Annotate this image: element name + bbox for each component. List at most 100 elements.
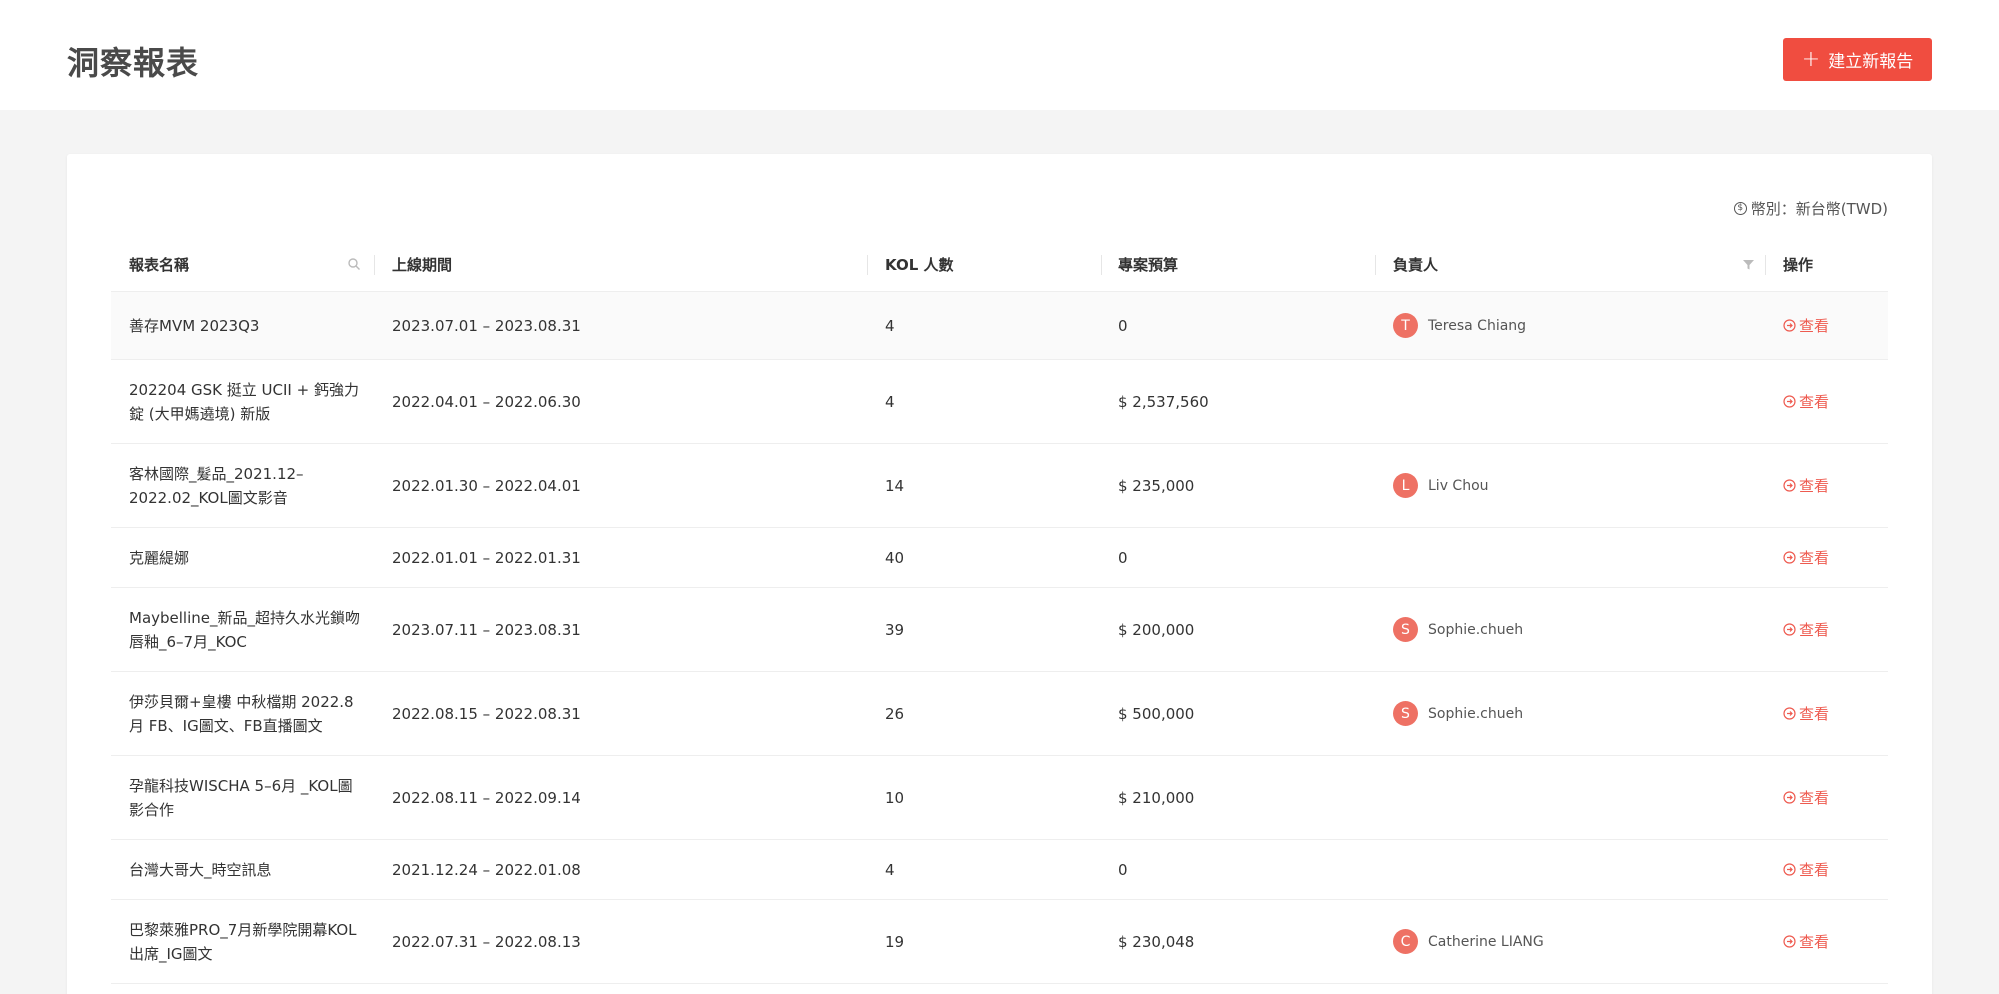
report-period: 2022.08.15 – 2022.08.31 [392, 704, 581, 723]
report-name[interactable]: 伊莎貝爾+皇樓 中秋檔期 2022.8月 FB、IG圖文、FB直播圖文 [129, 672, 364, 755]
column-divider [374, 255, 375, 275]
table-row[interactable]: 202204 GSK 挺立 UCII + 鈣強力錠 (大甲媽遶境) 新版 2022… [111, 360, 1888, 444]
create-report-label: 建立新報告 [1828, 52, 1914, 72]
view-report-link[interactable]: 查看 [1783, 474, 1829, 498]
report-name[interactable]: Maybelline_新品_超持久水光鎖吻唇釉_6–7月_KOC [129, 588, 364, 671]
view-label: 查看 [1799, 860, 1830, 879]
table-row[interactable]: 孕龍科技WISCHA 5–6月 _KOL圖影合作 2022.08.11 – 202… [111, 756, 1888, 840]
arrow-circle-right-icon [1783, 479, 1796, 492]
view-action: 查看 [1783, 756, 1829, 839]
report-name[interactable]: 客林國際_髮品_2021.12–2022.02_KOL圖文影音 [129, 444, 364, 527]
view-action: 查看 [1783, 900, 1829, 983]
report-name[interactable]: 202204 GSK 挺立 UCII + 鈣強力錠 (大甲媽遶境) 新版 [129, 360, 364, 443]
table-row[interactable]: Maybelline_新品_超持久水光鎖吻唇釉_6–7月_KOC 2023.07.… [111, 588, 1888, 672]
view-report-link[interactable]: 查看 [1783, 314, 1829, 338]
dollar-coin-icon: $ [1733, 202, 1747, 215]
reports-table: 報表名稱 上線期間 KOL 人數 專案預算 負責人 操作 善存MVM 2023Q… [111, 237, 1888, 984]
report-card: $ 幣別：新台幣(TWD) 報表名稱 上線期間 KOL 人數 專案預算 負責人 … [67, 154, 1932, 994]
arrow-circle-right-icon [1783, 863, 1796, 876]
kol-count: 4 [885, 860, 895, 879]
page-title: 洞察報表 [67, 44, 200, 82]
column-header-budget: 專案預算 [1118, 256, 1179, 274]
owner-name: Sophie.chueh [1428, 621, 1524, 638]
view-label: 查看 [1799, 316, 1830, 335]
view-action: 查看 [1783, 672, 1829, 755]
currency-indicator: $ 幣別：新台幣(TWD) [1733, 198, 1888, 219]
project-budget: $ 235,000 [1118, 476, 1195, 495]
view-report-link[interactable]: 查看 [1783, 930, 1829, 954]
kol-count: 14 [885, 476, 905, 495]
view-label: 查看 [1799, 476, 1830, 495]
view-report-link[interactable]: 查看 [1783, 786, 1829, 810]
report-period: 2022.04.01 – 2022.06.30 [392, 392, 581, 411]
kol-count: 40 [885, 548, 905, 567]
kol-count: 4 [885, 392, 895, 411]
avatar: S [1393, 701, 1418, 726]
column-divider [1375, 255, 1376, 275]
report-period: 2021.12.24 – 2022.01.08 [392, 860, 581, 879]
report-period: 2022.08.11 – 2022.09.14 [392, 788, 581, 807]
arrow-circle-right-icon [1783, 935, 1796, 948]
table-row[interactable]: 克麗緹娜 2022.01.01 – 2022.01.31 40 0 查看 [111, 528, 1888, 588]
view-label: 查看 [1799, 932, 1830, 951]
report-period: 2023.07.01 – 2023.08.31 [392, 316, 581, 335]
arrow-circle-right-icon [1783, 791, 1796, 804]
plus-icon: + [1801, 46, 1821, 72]
kol-count: 39 [885, 620, 905, 639]
report-name[interactable]: 克麗緹娜 [129, 528, 364, 587]
project-budget: $ 210,000 [1118, 788, 1195, 807]
arrow-circle-right-icon [1783, 551, 1796, 564]
owner-name: Teresa Chiang [1428, 317, 1527, 334]
report-name[interactable]: 台灣大哥大_時空訊息 [129, 840, 364, 899]
project-budget: $ 500,000 [1118, 704, 1195, 723]
column-header-name: 報表名稱 [129, 256, 190, 274]
search-icon[interactable] [347, 257, 361, 271]
create-report-button[interactable]: + 建立新報告 [1783, 38, 1932, 81]
column-header-action: 操作 [1783, 256, 1814, 274]
kol-count: 10 [885, 788, 905, 807]
view-label: 查看 [1799, 392, 1830, 411]
project-budget: $ 200,000 [1118, 620, 1195, 639]
column-divider [1765, 255, 1766, 275]
avatar: S [1393, 617, 1418, 642]
currency-label: 幣別：新台幣(TWD) [1750, 200, 1888, 218]
report-name[interactable]: 巴黎萊雅PRO_7月新學院開幕KOL出席_IG圖文 [129, 900, 364, 983]
column-divider [867, 255, 868, 275]
arrow-circle-right-icon [1783, 395, 1796, 408]
table-row[interactable]: 台灣大哥大_時空訊息 2021.12.24 – 2022.01.08 4 0 查看 [111, 840, 1888, 900]
view-report-link[interactable]: 查看 [1783, 702, 1829, 726]
project-budget: 0 [1118, 548, 1128, 567]
view-report-link[interactable]: 查看 [1783, 546, 1829, 570]
arrow-circle-right-icon [1783, 319, 1796, 332]
table-header: 報表名稱 上線期間 KOL 人數 專案預算 負責人 操作 [111, 237, 1888, 292]
owner: C Catherine LIANG [1393, 900, 1544, 983]
owner: L Liv Chou [1393, 444, 1489, 527]
report-name[interactable]: 善存MVM 2023Q3 [129, 292, 364, 359]
table-row[interactable]: 客林國際_髮品_2021.12–2022.02_KOL圖文影音 2022.01.3… [111, 444, 1888, 528]
table-row[interactable]: 伊莎貝爾+皇樓 中秋檔期 2022.8月 FB、IG圖文、FB直播圖文 2022.… [111, 672, 1888, 756]
owner-name: Sophie.chueh [1428, 705, 1524, 722]
column-header-period: 上線期間 [392, 256, 453, 274]
project-budget: $ 230,048 [1118, 932, 1195, 951]
avatar: T [1393, 313, 1418, 338]
filter-icon[interactable] [1742, 258, 1755, 271]
project-budget: $ 2,537,560 [1118, 392, 1209, 411]
view-report-link[interactable]: 查看 [1783, 390, 1829, 414]
report-period: 2022.07.31 – 2022.08.13 [392, 932, 581, 951]
owner-name: Catherine LIANG [1428, 933, 1544, 950]
view-report-link[interactable]: 查看 [1783, 858, 1829, 882]
view-report-link[interactable]: 查看 [1783, 618, 1829, 642]
arrow-circle-right-icon [1783, 623, 1796, 636]
report-period: 2023.07.11 – 2023.08.31 [392, 620, 581, 639]
table-body: 善存MVM 2023Q3 2023.07.01 – 2023.08.31 4 0 T Te… [111, 292, 1888, 984]
view-action: 查看 [1783, 444, 1829, 527]
view-action: 查看 [1783, 840, 1829, 899]
table-row[interactable]: 巴黎萊雅PRO_7月新學院開幕KOL出席_IG圖文 2022.07.31 – 20… [111, 900, 1888, 984]
report-period: 2022.01.30 – 2022.04.01 [392, 476, 581, 495]
column-header-owner: 負責人 [1393, 256, 1439, 274]
column-header-kol: KOL 人數 [885, 256, 954, 274]
table-row[interactable]: 善存MVM 2023Q3 2023.07.01 – 2023.08.31 4 0 T Te… [111, 292, 1888, 360]
report-name[interactable]: 孕龍科技WISCHA 5–6月 _KOL圖影合作 [129, 756, 364, 839]
view-action: 查看 [1783, 588, 1829, 671]
arrow-circle-right-icon [1783, 707, 1796, 720]
